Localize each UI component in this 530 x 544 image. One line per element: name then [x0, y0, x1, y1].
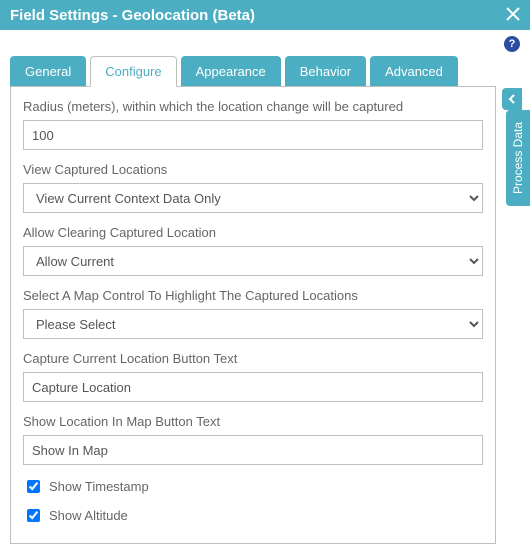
tab-behavior[interactable]: Behavior: [285, 56, 366, 87]
show-map-btn-text-label: Show Location In Map Button Text: [23, 414, 483, 429]
capture-btn-text-input[interactable]: [23, 372, 483, 402]
tab-advanced[interactable]: Advanced: [370, 56, 458, 87]
allow-clearing-label: Allow Clearing Captured Location: [23, 225, 483, 240]
tab-configure[interactable]: Configure: [90, 56, 176, 87]
view-captured-label: View Captured Locations: [23, 162, 483, 177]
close-icon[interactable]: [506, 6, 520, 24]
show-altitude-checkbox[interactable]: [27, 509, 40, 522]
side-collapse-icon[interactable]: [502, 88, 522, 110]
side-tab-label: Process Data: [511, 122, 525, 194]
configure-panel: Radius (meters), within which the locati…: [10, 86, 496, 544]
show-timestamp-checkbox[interactable]: [27, 480, 40, 493]
radius-input[interactable]: [23, 120, 483, 150]
view-captured-select[interactable]: View Current Context Data Only: [23, 183, 483, 213]
show-timestamp-label: Show Timestamp: [49, 479, 149, 494]
map-control-label: Select A Map Control To Highlight The Ca…: [23, 288, 483, 303]
dialog-title: Field Settings - Geolocation (Beta): [10, 7, 255, 24]
tab-appearance[interactable]: Appearance: [181, 56, 281, 87]
allow-clearing-select[interactable]: Allow Current: [23, 246, 483, 276]
tabs: General Configure Appearance Behavior Ad…: [10, 56, 496, 87]
capture-btn-text-label: Capture Current Location Button Text: [23, 351, 483, 366]
tab-general[interactable]: General: [10, 56, 86, 87]
show-map-btn-text-input[interactable]: [23, 435, 483, 465]
side-tab-process-data[interactable]: Process Data: [506, 110, 530, 206]
radius-label: Radius (meters), within which the locati…: [23, 99, 483, 114]
show-altitude-label: Show Altitude: [49, 508, 128, 523]
titlebar: Field Settings - Geolocation (Beta): [0, 0, 530, 30]
map-control-select[interactable]: Please Select: [23, 309, 483, 339]
help-icon[interactable]: ?: [504, 36, 520, 52]
